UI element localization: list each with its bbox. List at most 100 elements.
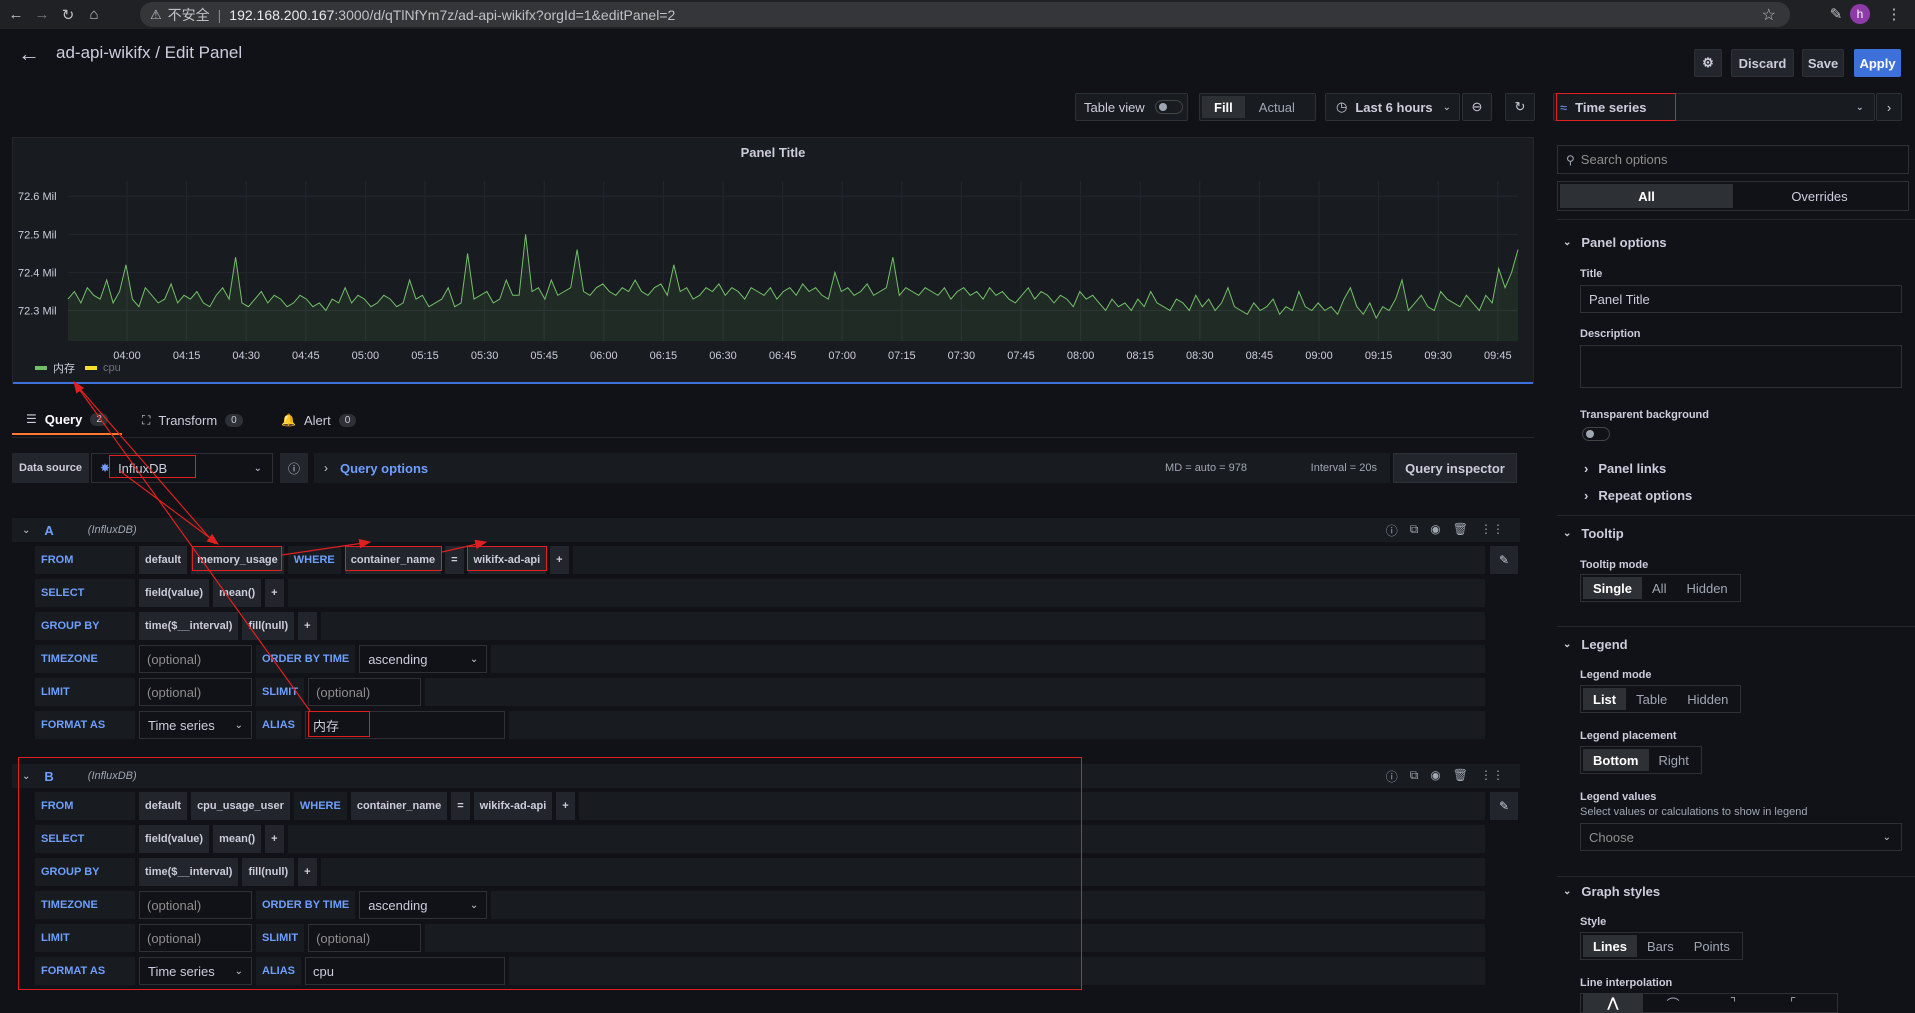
order-select[interactable]: ascending ⌄	[359, 645, 488, 673]
query-ref[interactable]: B	[44, 769, 53, 784]
tab-query[interactable]: ☰ Query 2	[12, 405, 122, 435]
edit-raw-query-button[interactable]: ✎	[1490, 792, 1518, 820]
settings-button[interactable]: ⚙	[1694, 49, 1722, 77]
table-view-toggle[interactable]: Table view	[1075, 93, 1188, 121]
help-icon[interactable]: ⓘ	[1386, 522, 1398, 539]
tooltip-section[interactable]: ⌄ Tooltip	[1563, 526, 1624, 541]
group-by-fill[interactable]: fill(null)	[242, 858, 295, 886]
interp-linear-icon[interactable]: ⋀	[1583, 994, 1643, 1012]
query-header[interactable]: ⌄ B (InfluxDB) ⓘ ⧉ ◉ 🗑 ⋮⋮	[12, 764, 1520, 788]
query-ref[interactable]: A	[44, 523, 53, 538]
visualization-picker[interactable]: ≈ Time series ⌄	[1553, 93, 1875, 121]
tooltip-hidden-option[interactable]: Hidden	[1676, 577, 1737, 599]
tag-value[interactable]: wikifx-ad-api	[473, 792, 553, 820]
measurement[interactable]: cpu_usage_user	[191, 792, 290, 820]
transparent-switch[interactable]	[1582, 427, 1610, 441]
drag-handle-icon[interactable]: ⋮⋮	[1480, 522, 1504, 539]
trash-icon[interactable]: 🗑	[1453, 768, 1468, 785]
tag-key[interactable]: container_name	[344, 546, 442, 574]
legend-bottom-option[interactable]: Bottom	[1583, 749, 1649, 771]
tag-key[interactable]: container_name	[350, 792, 448, 820]
forward-arrow-icon[interactable]: →	[32, 5, 52, 25]
timezone-input[interactable]: (optional)	[139, 645, 252, 673]
alias-input[interactable]: 内存	[305, 711, 505, 739]
slimit-input[interactable]: (optional)	[308, 924, 422, 952]
legend-table-option[interactable]: Table	[1626, 688, 1677, 710]
legend-item-cpu[interactable]: cpu	[103, 362, 121, 374]
retention-policy[interactable]: default	[139, 792, 188, 820]
legend-item-memory[interactable]: 内存	[53, 360, 75, 376]
add-condition-button[interactable]: +	[550, 546, 569, 574]
tooltip-single-option[interactable]: Single	[1583, 577, 1643, 599]
discard-button[interactable]: Discard	[1731, 49, 1794, 77]
legend-right-option[interactable]: Right	[1649, 749, 1699, 771]
group-by-time[interactable]: time($__interval)	[139, 612, 239, 640]
help-icon[interactable]: ⓘ	[1386, 768, 1398, 785]
datasource-help-button[interactable]: ⓘ	[280, 453, 308, 483]
select-aggregation[interactable]: mean()	[213, 579, 262, 607]
apply-button[interactable]: Apply	[1854, 49, 1901, 77]
style-points-option[interactable]: Points	[1684, 935, 1740, 957]
save-button[interactable]: Save	[1802, 49, 1844, 77]
tab-overrides[interactable]: Overrides	[1733, 189, 1906, 204]
graph-styles-section[interactable]: ⌄ Graph styles	[1563, 884, 1660, 899]
add-group-by-button[interactable]: +	[298, 858, 317, 886]
interp-smooth-icon[interactable]: ⌒	[1643, 994, 1703, 1012]
eye-icon[interactable]: ◉	[1430, 768, 1440, 785]
repeat-options-toggle[interactable]: › Repeat options	[1584, 488, 1692, 503]
tooltip-all-option[interactable]: All	[1642, 577, 1676, 599]
refresh-button[interactable]: ↻	[1505, 93, 1535, 121]
interp-step-after-icon[interactable]: ⌜	[1763, 994, 1823, 1012]
group-by-time[interactable]: time($__interval)	[139, 858, 239, 886]
back-arrow-icon[interactable]: ←	[6, 5, 26, 25]
group-by-fill[interactable]: fill(null)	[242, 612, 295, 640]
legend-values-select[interactable]: Choose ⌄	[1580, 823, 1902, 851]
select-aggregation[interactable]: mean()	[213, 825, 262, 853]
format-select[interactable]: Time series ⌄	[139, 957, 252, 985]
order-select[interactable]: ascending ⌄	[359, 891, 488, 919]
style-bars-option[interactable]: Bars	[1637, 935, 1684, 957]
drag-handle-icon[interactable]: ⋮⋮	[1480, 768, 1504, 785]
tab-transform[interactable]: ⛶ Transform 0	[142, 405, 243, 435]
search-options-input[interactable]: ⚲ Search options	[1557, 145, 1909, 174]
collapse-options-button[interactable]: ›	[1876, 93, 1902, 121]
add-select-button[interactable]: +	[265, 825, 284, 853]
fill-option[interactable]: Fill	[1202, 96, 1245, 118]
interp-step-before-icon[interactable]: ⌝	[1703, 994, 1763, 1012]
panel-resize-bar[interactable]	[13, 382, 1533, 384]
add-condition-button[interactable]: +	[556, 792, 575, 820]
retention-policy[interactable]: default	[139, 546, 188, 574]
chevron-down-icon[interactable]: ⌄	[22, 771, 30, 782]
title-input[interactable]: Panel Title	[1580, 285, 1902, 313]
zoom-out-button[interactable]: ⊖	[1462, 93, 1492, 121]
add-select-button[interactable]: +	[265, 579, 284, 607]
query-options-bar[interactable]: › Query options MD = auto = 978 Interval…	[314, 453, 1390, 483]
edit-raw-query-button[interactable]: ✎	[1490, 546, 1518, 574]
format-select[interactable]: Time series ⌄	[139, 711, 252, 739]
limit-input[interactable]: (optional)	[139, 924, 252, 952]
actual-option[interactable]: Actual	[1245, 100, 1309, 115]
query-header[interactable]: ⌄ A (InfluxDB) ⓘ ⧉ ◉ 🗑 ⋮⋮	[12, 518, 1520, 542]
measurement[interactable]: memory_usage	[191, 546, 284, 574]
limit-input[interactable]: (optional)	[139, 678, 252, 706]
chevron-down-icon[interactable]: ⌄	[22, 525, 30, 536]
legend-list-option[interactable]: List	[1583, 688, 1627, 710]
tag-value[interactable]: wikifx-ad-api	[467, 546, 547, 574]
copy-icon[interactable]: ⧉	[1410, 768, 1419, 785]
star-icon[interactable]: ☆	[1762, 5, 1776, 25]
select-field[interactable]: field(value)	[139, 579, 210, 607]
home-icon[interactable]: ⌂	[84, 5, 104, 25]
datasource-picker[interactable]: ✸ InfluxDB ⌄	[91, 453, 273, 483]
avatar[interactable]: h	[1850, 4, 1870, 24]
legend-hidden-option[interactable]: Hidden	[1677, 688, 1738, 710]
copy-icon[interactable]: ⧉	[1410, 522, 1419, 539]
address-bar[interactable]: ⚠ 不安全 | 192.168.200.167 :3000/d/qTlNfYm7…	[140, 2, 1790, 27]
description-textarea[interactable]	[1580, 345, 1902, 388]
add-group-by-button[interactable]: +	[298, 612, 317, 640]
tab-all[interactable]: All	[1560, 184, 1733, 208]
timezone-input[interactable]: (optional)	[139, 891, 252, 919]
style-lines-option[interactable]: Lines	[1583, 935, 1637, 957]
operator[interactable]: =	[451, 792, 470, 820]
panel-options-section[interactable]: ⌄ Panel options	[1563, 235, 1667, 250]
select-field[interactable]: field(value)	[139, 825, 210, 853]
